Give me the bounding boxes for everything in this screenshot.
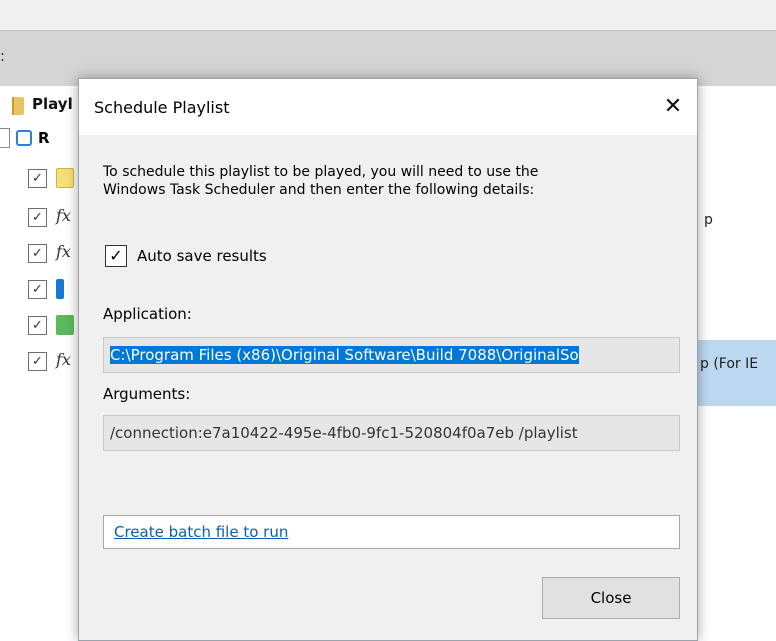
row-checkbox-1[interactable]: ✓ [28, 169, 47, 188]
row-checkbox-3[interactable]: ✓ [28, 244, 47, 263]
row-checkbox-5[interactable]: ✓ [28, 316, 47, 335]
dialog-instructions: To schedule this playlist to be played, … [103, 163, 683, 199]
row-checkbox-6[interactable]: ✓ [28, 352, 47, 371]
folder-icon [12, 97, 24, 115]
tree-header: Playl [32, 95, 73, 113]
tree-expander[interactable] [0, 128, 10, 148]
toolbar-glyph: : [0, 47, 6, 65]
auto-save-checkbox[interactable]: ✓ [105, 245, 127, 267]
arguments-label: Arguments: [103, 385, 191, 403]
close-icon[interactable]: ✕ [655, 89, 691, 125]
tree-root-label: R [38, 129, 50, 147]
instructions-line-2: Windows Task Scheduler and then enter th… [103, 182, 535, 198]
batch-file-box: Create batch file to run [103, 515, 680, 549]
application-field[interactable]: C:\Program Files (x86)\Original Software… [103, 337, 680, 373]
row-checkbox-2[interactable]: ✓ [28, 208, 47, 227]
loop-icon [16, 130, 32, 146]
function-icon: fx [56, 350, 71, 369]
instructions-line-1: To schedule this playlist to be played, … [103, 164, 539, 180]
auto-save-label[interactable]: Auto save results [137, 247, 267, 265]
function-icon: fx [56, 206, 71, 225]
arguments-value: /connection:e7a10422-495e-4fb0-9fc1-5208… [110, 424, 578, 442]
create-batch-file-link[interactable]: Create batch file to run [114, 523, 288, 541]
dialog-title: Schedule Playlist [94, 98, 230, 117]
row-checkbox-4[interactable]: ✓ [28, 280, 47, 299]
function-icon: fx [56, 242, 71, 261]
dialog-titlebar: Schedule Playlist ✕ [79, 79, 697, 135]
arguments-field[interactable]: /connection:e7a10422-495e-4fb0-9fc1-5208… [103, 415, 680, 451]
selected-row-highlight [690, 340, 776, 406]
note-icon [56, 168, 74, 188]
application-value: C:\Program Files (x86)\Original Software… [110, 346, 579, 364]
close-button[interactable]: Close [542, 577, 680, 619]
blue-step-icon [56, 279, 64, 299]
play-icon [56, 315, 74, 335]
application-label: Application: [103, 305, 192, 323]
schedule-playlist-dialog: Schedule Playlist ✕ To schedule this pla… [78, 78, 698, 641]
app-top-bar [0, 0, 776, 30]
peek-text-2: p (For IE [700, 356, 759, 372]
peek-text-1: p [704, 212, 713, 228]
